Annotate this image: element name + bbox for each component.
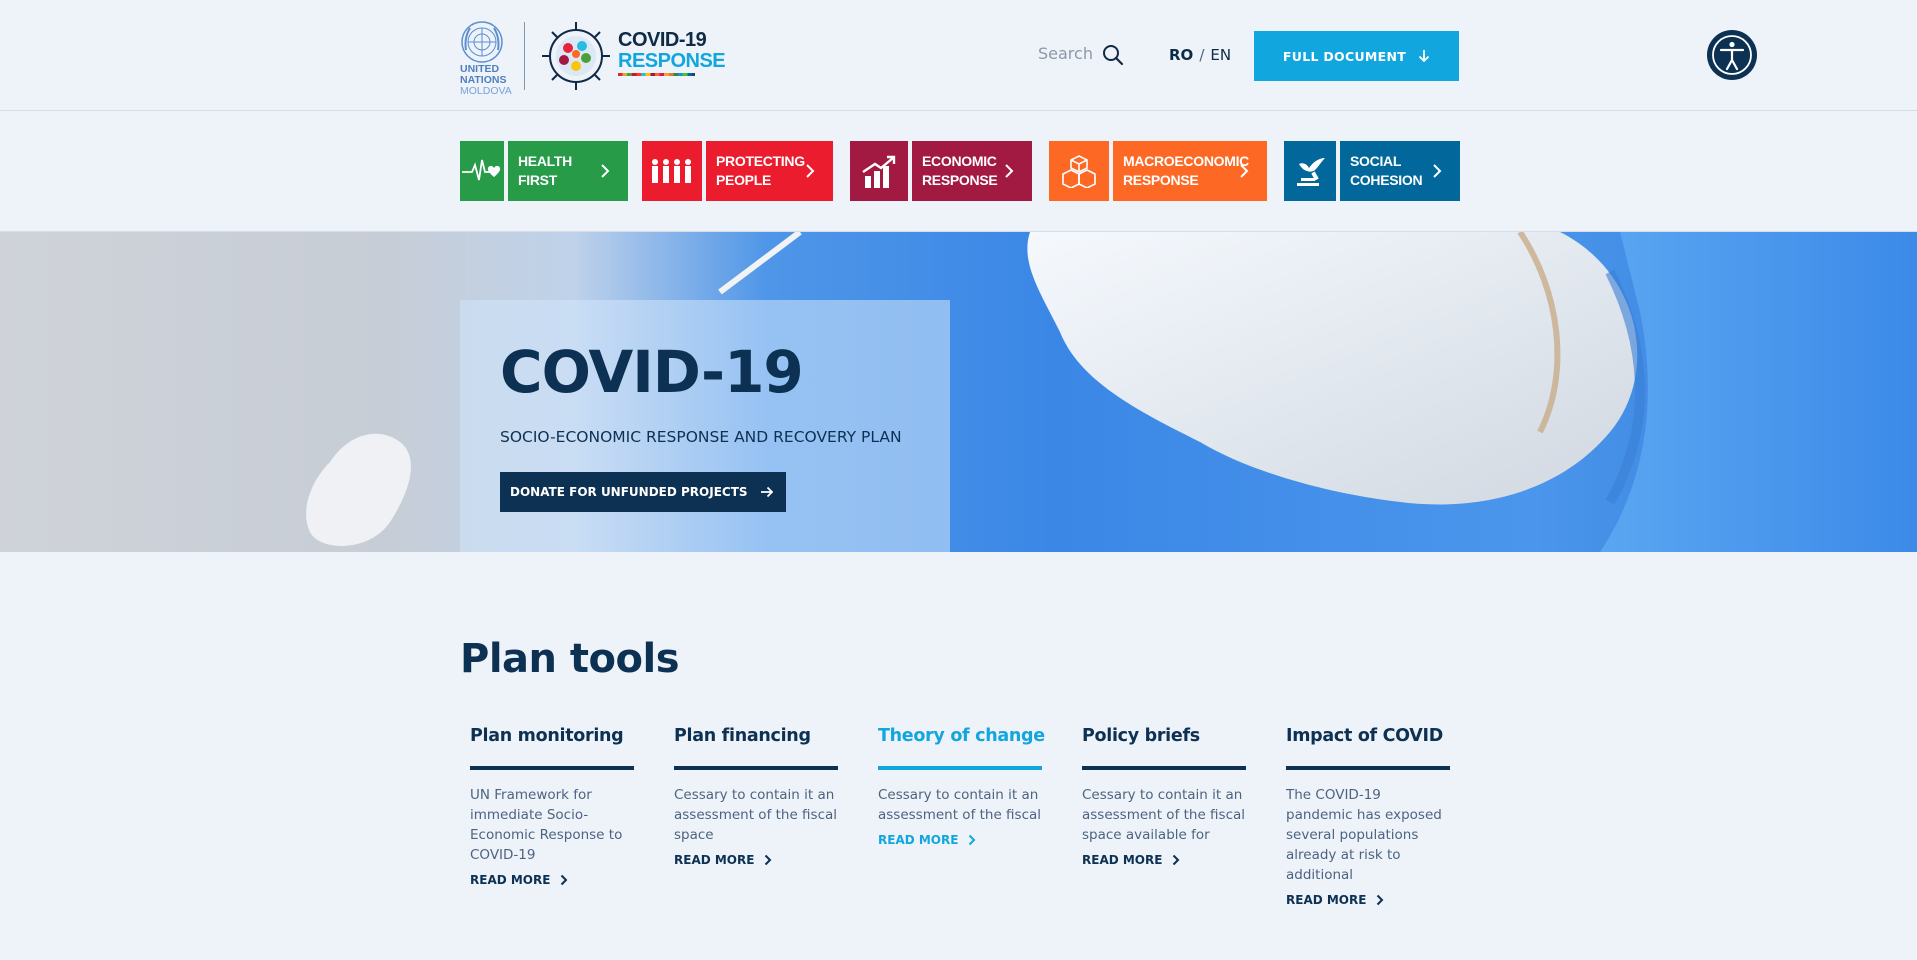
tool-title[interactable]: Plan financing [674,726,838,756]
chevron-right-icon [1173,854,1180,866]
read-more-link[interactable]: READ MORE [878,833,1042,847]
un-emblem-icon [461,21,503,63]
category-nav: HEALTH FIRST PROTECTING PEOPLE ECONOMIC … [0,111,1917,232]
brand-subtitle: RESPONSE [618,50,726,72]
family-icon [642,141,702,201]
donate-button[interactable]: DONATE FOR UNFUNDED PROJECTS [500,472,786,512]
read-more-label: READ MORE [1286,893,1367,907]
tool-description: Cessary to contain it an assessment of t… [1082,787,1246,843]
tool-description: UN Framework for immediate Socio-Economi… [470,787,623,863]
tool-plan-monitoring[interactable]: Plan monitoring UN Framework for immedia… [470,726,634,887]
plan-tools-title: Plan tools [460,636,680,682]
hero-banner: COVID-19 SOCIO-ECONOMIC RESPONSE AND REC… [0,232,1917,552]
un-logo-country: MOLDOVA [460,85,512,97]
category-label: HEALTH FIRST [518,153,572,188]
category-macroeconomic-response[interactable]: MACROECONOMIC RESPONSE [1049,141,1267,201]
chevron-right-icon [1377,894,1384,906]
category-economic-response[interactable]: ECONOMIC RESPONSE [850,141,1032,201]
heartbeat-icon [460,141,504,201]
read-more-link[interactable]: READ MORE [1286,893,1450,907]
category-label: SOCIAL COHESION [1350,153,1423,188]
category-social-cohesion[interactable]: SOCIAL COHESION [1284,141,1460,201]
tool-title[interactable]: Theory of change [878,726,1045,756]
full-document-button[interactable]: FULL DOCUMENT [1254,31,1459,81]
lang-separator: / [1199,46,1205,64]
lang-en-link[interactable]: EN [1210,46,1231,64]
tool-theory-of-change[interactable]: Theory of change Cessary to contain it a… [878,726,1045,847]
category-health-first[interactable]: HEALTH FIRST [460,141,628,201]
category-protecting-people[interactable]: PROTECTING PEOPLE [642,141,833,201]
growth-chart-icon [850,141,908,201]
read-more-label: READ MORE [1082,853,1163,867]
chevron-right-icon [1433,164,1442,178]
hero-subtitle: SOCIO-ECONOMIC RESPONSE AND RECOVERY PLA… [500,428,902,446]
accessibility-icon[interactable] [1707,30,1757,80]
tool-title[interactable]: Policy briefs [1082,726,1246,756]
brand-title: COVID-19 [618,29,707,51]
language-switcher: RO / EN [1169,46,1231,64]
logo-divider [524,22,525,90]
read-more-label: READ MORE [674,853,755,867]
search-input[interactable]: Search [1038,44,1093,63]
lang-ro-link[interactable]: RO [1169,46,1193,64]
tool-description: Cessary to contain it an assessment of t… [674,787,838,843]
hero-image [306,232,1917,552]
un-logo-text: UNITED NATIONS [460,63,507,86]
tool-underline [1082,766,1246,770]
un-logo[interactable]: UNITED NATIONS MOLDOVA [460,20,512,97]
read-more-label: READ MORE [878,833,959,847]
cubes-icon [1049,141,1109,201]
tool-policy-briefs[interactable]: Policy briefs Cessary to contain it an a… [1082,726,1246,867]
hero-card: COVID-19 SOCIO-ECONOMIC RESPONSE AND REC… [460,300,950,552]
category-label: MACROECONOMIC RESPONSE [1123,153,1249,188]
chevron-right-icon [969,834,976,846]
chevron-right-icon [806,164,815,178]
read-more-label: READ MORE [470,873,551,887]
sdg-color-bar [618,73,695,76]
covid-emblem-icon[interactable] [540,20,612,92]
tool-description: The COVID-19 pandemic has exposed severa… [1286,787,1442,883]
chevron-right-icon [601,164,610,178]
chevron-right-icon [765,854,772,866]
read-more-link[interactable]: READ MORE [470,873,634,887]
tool-title[interactable]: Impact of COVID [1286,726,1450,756]
read-more-link[interactable]: READ MORE [1082,853,1246,867]
category-label: ECONOMIC RESPONSE [922,153,998,188]
arrow-down-icon [1418,50,1430,63]
tool-title[interactable]: Plan monitoring [470,726,634,756]
hero-title: COVID-19 [500,338,804,406]
tool-impact-of-covid[interactable]: Impact of COVID The COVID-19 pandemic ha… [1286,726,1450,907]
search-icon[interactable] [1102,44,1124,66]
site-header: UNITED NATIONS MOLDOVA COVID-19 RESPONSE… [0,0,1917,111]
donate-label: DONATE FOR UNFUNDED PROJECTS [510,485,748,499]
chevron-right-icon [1240,164,1249,178]
chevron-right-icon [1005,164,1014,178]
tool-underline [878,766,1042,770]
read-more-link[interactable]: READ MORE [674,853,838,867]
full-document-label: FULL DOCUMENT [1282,48,1407,64]
arrow-right-icon [760,486,773,498]
tool-description: Cessary to contain it an assessment of t… [878,787,1042,823]
tool-plan-financing[interactable]: Plan financing Cessary to contain it an … [674,726,838,867]
tool-underline [470,766,634,770]
dove-gavel-icon [1284,141,1336,201]
chevron-right-icon [561,874,568,886]
tool-underline [1286,766,1450,770]
tool-underline [674,766,838,770]
